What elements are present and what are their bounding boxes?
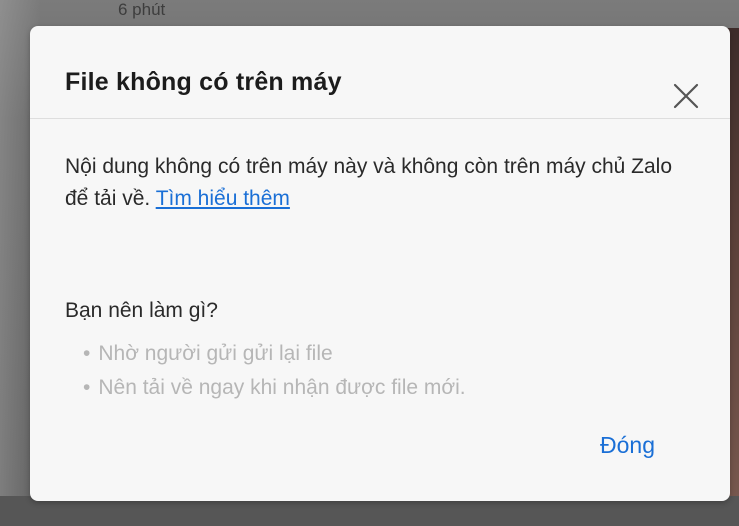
dialog-title: File không có trên máy	[65, 68, 342, 96]
section-title: Bạn nên làm gì?	[65, 299, 218, 322]
close-text-button[interactable]: Đóng	[600, 432, 655, 459]
dialog-message: Nội dung không có trên máy này và không …	[65, 151, 695, 215]
tips-list: • Nhờ người gửi gửi lại file • Nên tải về …	[83, 337, 466, 405]
message-timestamp: 6 phút	[118, 0, 166, 19]
file-missing-dialog: File không có trên máy Nội dung không có…	[30, 26, 730, 501]
tip-text: Nhờ người gửi gửi lại file	[98, 342, 333, 365]
bullet: •	[83, 342, 91, 365]
close-button[interactable]	[672, 82, 700, 110]
list-item: • Nhờ người gửi gửi lại file	[83, 337, 466, 371]
list-item: • Nên tải về ngay khi nhận được file mới.	[83, 371, 466, 405]
bullet: •	[83, 376, 91, 399]
close-icon	[673, 83, 699, 109]
learn-more-link[interactable]: Tìm hiểu thêm	[156, 187, 290, 210]
tip-text: Nên tải về ngay khi nhận được file mới.	[98, 376, 466, 399]
dialog-header: File không có trên máy	[30, 26, 730, 119]
dialog-body: Nội dung không có trên máy này và không …	[65, 151, 695, 399]
